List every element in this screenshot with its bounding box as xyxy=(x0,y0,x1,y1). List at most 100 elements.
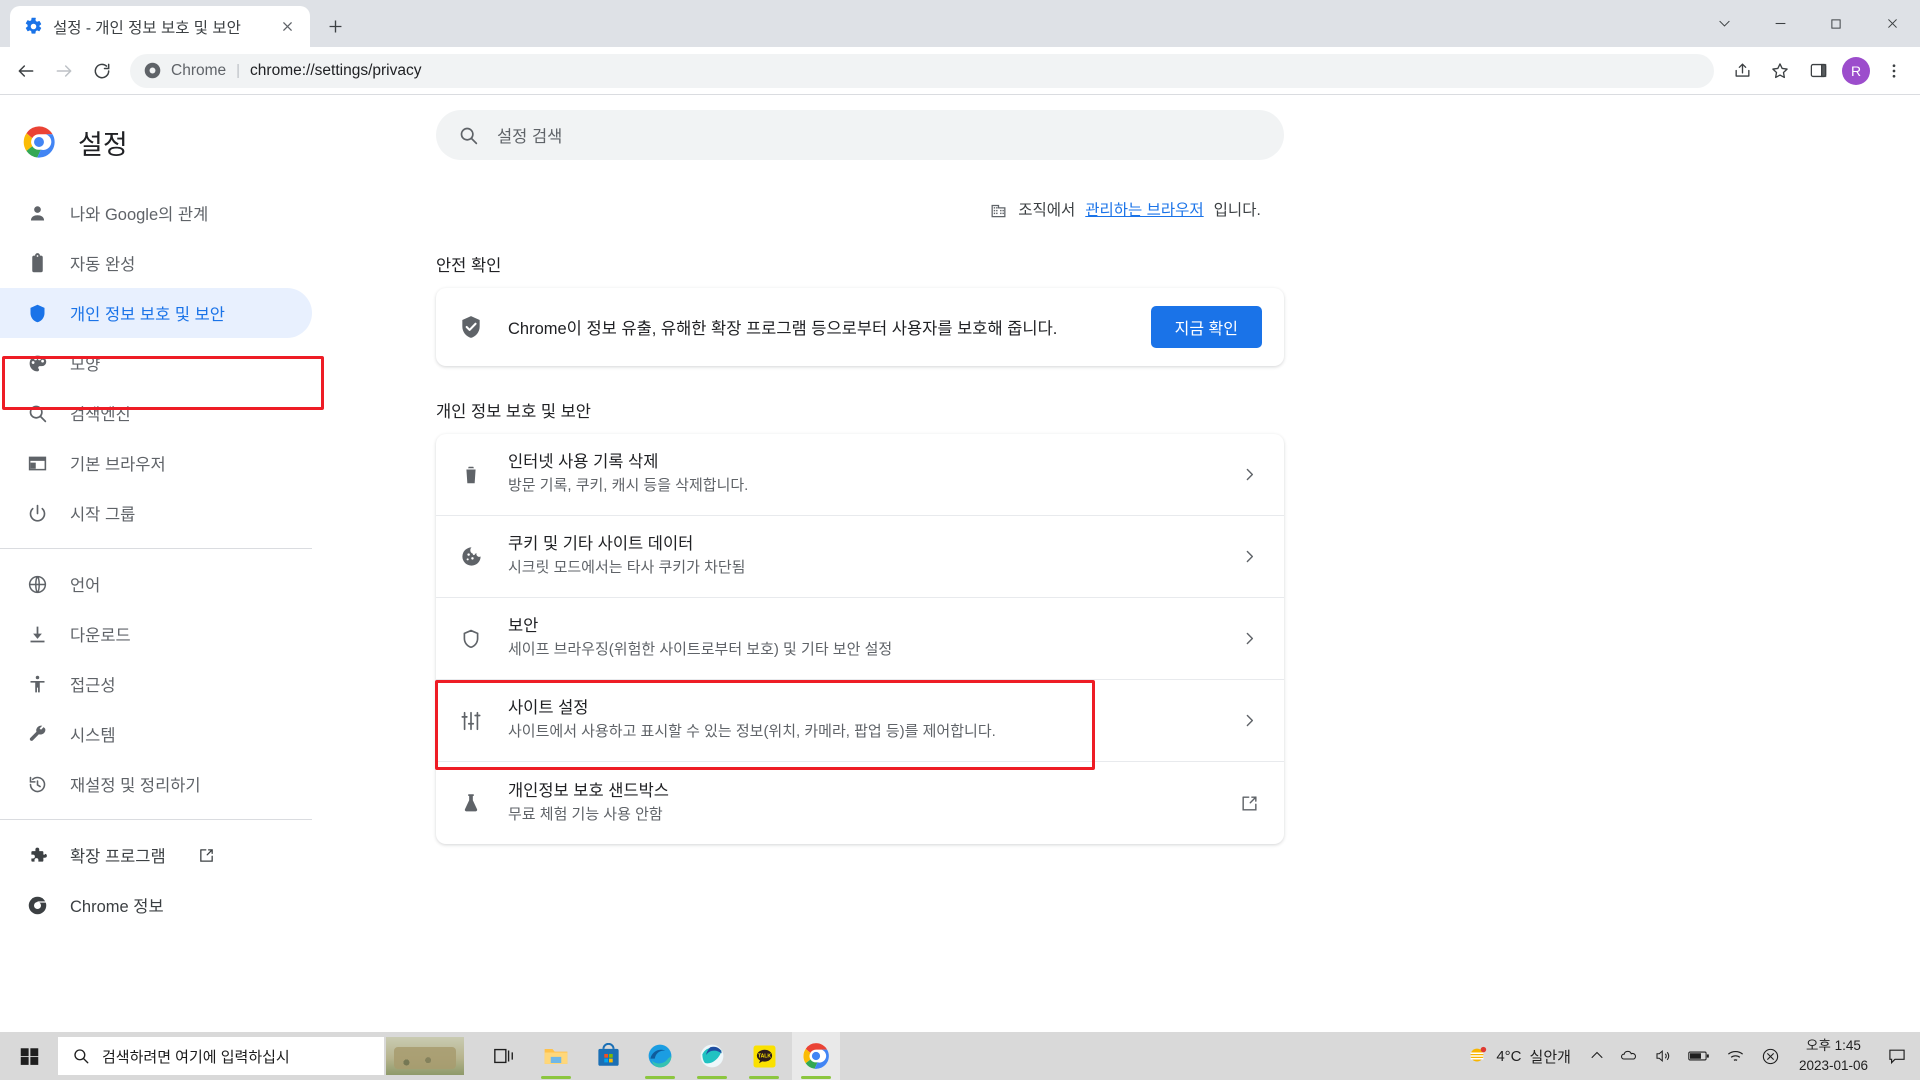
privacy-row-cookies[interactable]: 쿠키 및 기타 사이트 데이터 시크릿 모드에서는 타사 쿠키가 차단됨 xyxy=(436,516,1284,598)
action-blocked-icon[interactable] xyxy=(1754,1032,1787,1080)
volume-icon[interactable] xyxy=(1647,1032,1679,1080)
sidebar-item-label: Chrome 정보 xyxy=(70,893,164,917)
chevron-right-icon[interactable] xyxy=(1236,466,1262,483)
page-title: 설정 xyxy=(78,123,128,162)
system-tray: 4°C 실안개 오후 1:45 2023-01-06 xyxy=(1460,1032,1920,1080)
search-placeholder: 설정 검색 xyxy=(497,123,562,147)
download-icon xyxy=(26,623,48,645)
sidebar-item-downloads[interactable]: 다운로드 xyxy=(0,609,312,659)
bookmark-star-icon[interactable] xyxy=(1762,53,1798,89)
chevron-up-icon[interactable] xyxy=(1583,1032,1611,1080)
sidebar-item-languages[interactable]: 언어 xyxy=(0,559,312,609)
sidebar-item-extensions[interactable]: 확장 프로그램 xyxy=(0,830,312,880)
search-icon xyxy=(26,402,48,424)
kakaotalk-icon[interactable]: TALK xyxy=(740,1032,788,1080)
taskbar-preview-thumbnail[interactable] xyxy=(386,1037,464,1075)
managed-suffix: 입니다. xyxy=(1214,198,1261,220)
close-icon[interactable] xyxy=(276,16,298,38)
sidebar-item-google-account[interactable]: 나와 Google의 관계 xyxy=(0,188,312,238)
shield-check-icon xyxy=(458,314,484,340)
edge-icon[interactable] xyxy=(636,1032,684,1080)
privacy-row-title: 개인정보 보호 샌드박스 xyxy=(508,782,669,800)
sidebar-item-label: 시스템 xyxy=(70,722,116,746)
task-view-icon[interactable] xyxy=(480,1032,528,1080)
back-icon[interactable] xyxy=(8,53,44,89)
maximize-button[interactable] xyxy=(1808,0,1864,47)
external-link-icon xyxy=(198,847,215,864)
chevron-down-icon[interactable] xyxy=(1696,0,1752,47)
file-explorer-icon[interactable] xyxy=(532,1032,580,1080)
new-tab-button[interactable] xyxy=(318,9,352,43)
minimize-button[interactable] xyxy=(1752,0,1808,47)
safety-check-text: Chrome이 정보 유출, 유해한 확장 프로그램 등으로부터 사용자를 보호… xyxy=(508,315,1151,339)
sidebar-item-label: 모양 xyxy=(70,351,100,375)
settings-header: 설정 xyxy=(0,110,330,174)
trash-icon xyxy=(458,462,484,488)
chevron-right-icon[interactable] xyxy=(1236,712,1262,729)
share-icon[interactable] xyxy=(1724,53,1760,89)
privacy-row-clear-browsing-data[interactable]: 인터넷 사용 기록 삭제 방문 기록, 쿠키, 캐시 등을 삭제합니다. xyxy=(436,434,1284,516)
chrome-logo xyxy=(22,125,56,159)
sidebar-item-label: 시작 그룹 xyxy=(70,501,135,525)
search-input[interactable]: 설정 검색 xyxy=(436,110,1284,160)
chrome-icon[interactable] xyxy=(792,1032,840,1080)
sidebar-item-appearance[interactable]: 모양 xyxy=(0,338,312,388)
microsoft-store-icon[interactable] xyxy=(584,1032,632,1080)
chrome-menu-icon[interactable] xyxy=(1876,53,1912,89)
taskbar-search-input[interactable]: 검색하려면 여기에 입력하십시 xyxy=(58,1037,384,1075)
wifi-icon[interactable] xyxy=(1719,1032,1752,1080)
building-icon xyxy=(989,200,1008,219)
notifications-icon[interactable] xyxy=(1880,1032,1914,1080)
sidebar-item-on-startup[interactable]: 시작 그룹 xyxy=(0,488,312,538)
privacy-row-text: 보안 세이프 브라우징(위험한 사이트로부터 보호) 및 기타 보안 설정 xyxy=(508,615,1236,661)
sidebar-item-about-chrome[interactable]: Chrome 정보 xyxy=(0,880,312,930)
weather-condition: 실안개 xyxy=(1530,1046,1571,1067)
sidebar-item-accessibility[interactable]: 접근성 xyxy=(0,659,312,709)
sliders-icon xyxy=(458,708,484,734)
privacy-row-security[interactable]: 보안 세이프 브라우징(위험한 사이트로부터 보호) 및 기타 보안 설정 xyxy=(436,598,1284,680)
sidebar-item-label: 자동 완성 xyxy=(70,251,135,275)
privacy-row-privacy-sandbox[interactable]: 개인정보 보호 샌드박스 무료 체험 기능 사용 안함 xyxy=(436,762,1284,844)
start-button[interactable] xyxy=(0,1032,58,1080)
reload-icon[interactable] xyxy=(84,53,120,89)
check-now-button[interactable]: 지금 확인 xyxy=(1151,306,1262,348)
forward-icon[interactable] xyxy=(46,53,82,89)
privacy-row-text: 쿠키 및 기타 사이트 데이터 시크릿 모드에서는 타사 쿠키가 차단됨 xyxy=(508,533,1236,579)
browser-tab[interactable]: 설정 - 개인 정보 보호 및 보안 xyxy=(10,6,310,47)
managed-browser-link[interactable]: 관리하는 브라우저 xyxy=(1085,198,1203,220)
weather-widget[interactable]: 4°C 실안개 xyxy=(1460,1045,1581,1067)
settings-gear-icon xyxy=(24,17,43,36)
taskbar-app-list: TALK xyxy=(480,1032,840,1080)
external-link-icon[interactable] xyxy=(1236,794,1262,813)
clock-time: 오후 1:45 xyxy=(1799,1036,1868,1056)
sidebar-item-label: 다운로드 xyxy=(70,622,131,646)
settings-main: 설정 검색 조직에서 관리하는 브라우저입니다. 안전 확인 xyxy=(330,96,1920,1032)
address-bar[interactable]: Chrome | chrome://settings/privacy xyxy=(130,54,1714,88)
person-icon xyxy=(26,202,48,224)
sidebar-item-privacy-and-security[interactable]: 개인 정보 보호 및 보안 xyxy=(0,288,312,338)
side-panel-icon[interactable] xyxy=(1800,53,1836,89)
sidebar-item-default-browser[interactable]: 기본 브라우저 xyxy=(0,438,312,488)
avatar[interactable]: R xyxy=(1842,57,1870,85)
naver-whale-icon[interactable] xyxy=(688,1032,736,1080)
sidebar-item-autofill[interactable]: 자동 완성 xyxy=(0,238,312,288)
chevron-right-icon[interactable] xyxy=(1236,630,1262,647)
chevron-right-icon[interactable] xyxy=(1236,548,1262,565)
privacy-row-text: 개인정보 보호 샌드박스 무료 체험 기능 사용 안함 xyxy=(508,780,1236,826)
privacy-row-title: 사이트 설정 xyxy=(508,699,588,717)
sidebar-item-system[interactable]: 시스템 xyxy=(0,709,312,759)
sidebar-item-label: 재설정 및 정리하기 xyxy=(70,772,201,796)
close-window-button[interactable] xyxy=(1864,0,1920,47)
privacy-row-site-settings[interactable]: 사이트 설정 사이트에서 사용하고 표시할 수 있는 정보(위치, 카메라, 팝… xyxy=(436,680,1284,762)
chrome-outline-icon xyxy=(26,894,48,916)
sidebar-item-reset-and-clean-up[interactable]: 재설정 및 정리하기 xyxy=(0,759,312,809)
battery-icon[interactable] xyxy=(1681,1032,1717,1080)
chrome-icon xyxy=(144,62,161,79)
managed-browser-notice: 조직에서 관리하는 브라우저입니다. xyxy=(330,198,1920,220)
browser-window-icon xyxy=(26,452,48,474)
sidebar-item-search-engine[interactable]: 검색엔진 xyxy=(0,388,312,438)
onedrive-icon[interactable] xyxy=(1613,1032,1645,1080)
sidebar-nav-group-3: 확장 프로그램 Chrome 정보 xyxy=(0,830,330,930)
clock[interactable]: 오후 1:45 2023-01-06 xyxy=(1789,1036,1878,1075)
privacy-row-subtitle: 방문 기록, 쿠키, 캐시 등을 삭제합니다. xyxy=(508,477,748,494)
